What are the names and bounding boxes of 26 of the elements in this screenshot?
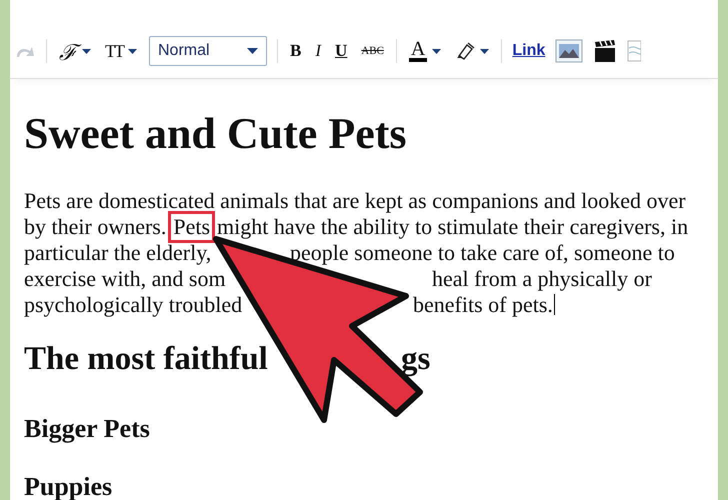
format-button[interactable]: U xyxy=(333,39,350,63)
caret-icon xyxy=(247,48,258,54)
section-heading: gs xyxy=(401,340,432,379)
clapperboard-icon[interactable] xyxy=(593,39,618,63)
format-button[interactable]: B xyxy=(288,39,304,63)
document-title: Sweet and Cute Pets xyxy=(24,109,408,159)
paragraph-text: benefits of pets. xyxy=(413,292,555,318)
paragraph-text: Pets are domesticated animals that are kept as companions and looked over xyxy=(24,188,686,214)
subheading: Bigger Pets xyxy=(24,414,151,444)
format-button[interactable]: ABC xyxy=(359,43,386,59)
format-button[interactable]: TT xyxy=(103,38,139,64)
image-icon[interactable] xyxy=(555,39,584,63)
paragraph-text: particular the elderly, xyxy=(24,240,212,266)
format-button[interactable]: I xyxy=(313,39,324,63)
format-button[interactable]: ℱ xyxy=(57,34,93,68)
format-button[interactable]: A xyxy=(406,38,444,64)
style-dropdown[interactable]: Normal xyxy=(149,36,267,66)
paragraph-text: psychologically troubled xyxy=(24,292,244,318)
paragraph-text: exercise with, and som xyxy=(24,266,227,292)
highlighter-icon xyxy=(455,42,476,60)
paragraph-text: might have the ability to stimulate their caregivers, in xyxy=(217,214,688,240)
section-heading: The most faithful xyxy=(24,340,269,379)
paragraph-text: by their owners. xyxy=(24,214,166,240)
paragraph-text: heal from a physically or xyxy=(432,266,652,292)
highlighted-word: Pets xyxy=(171,214,212,240)
link-button[interactable]: Link xyxy=(512,42,546,60)
